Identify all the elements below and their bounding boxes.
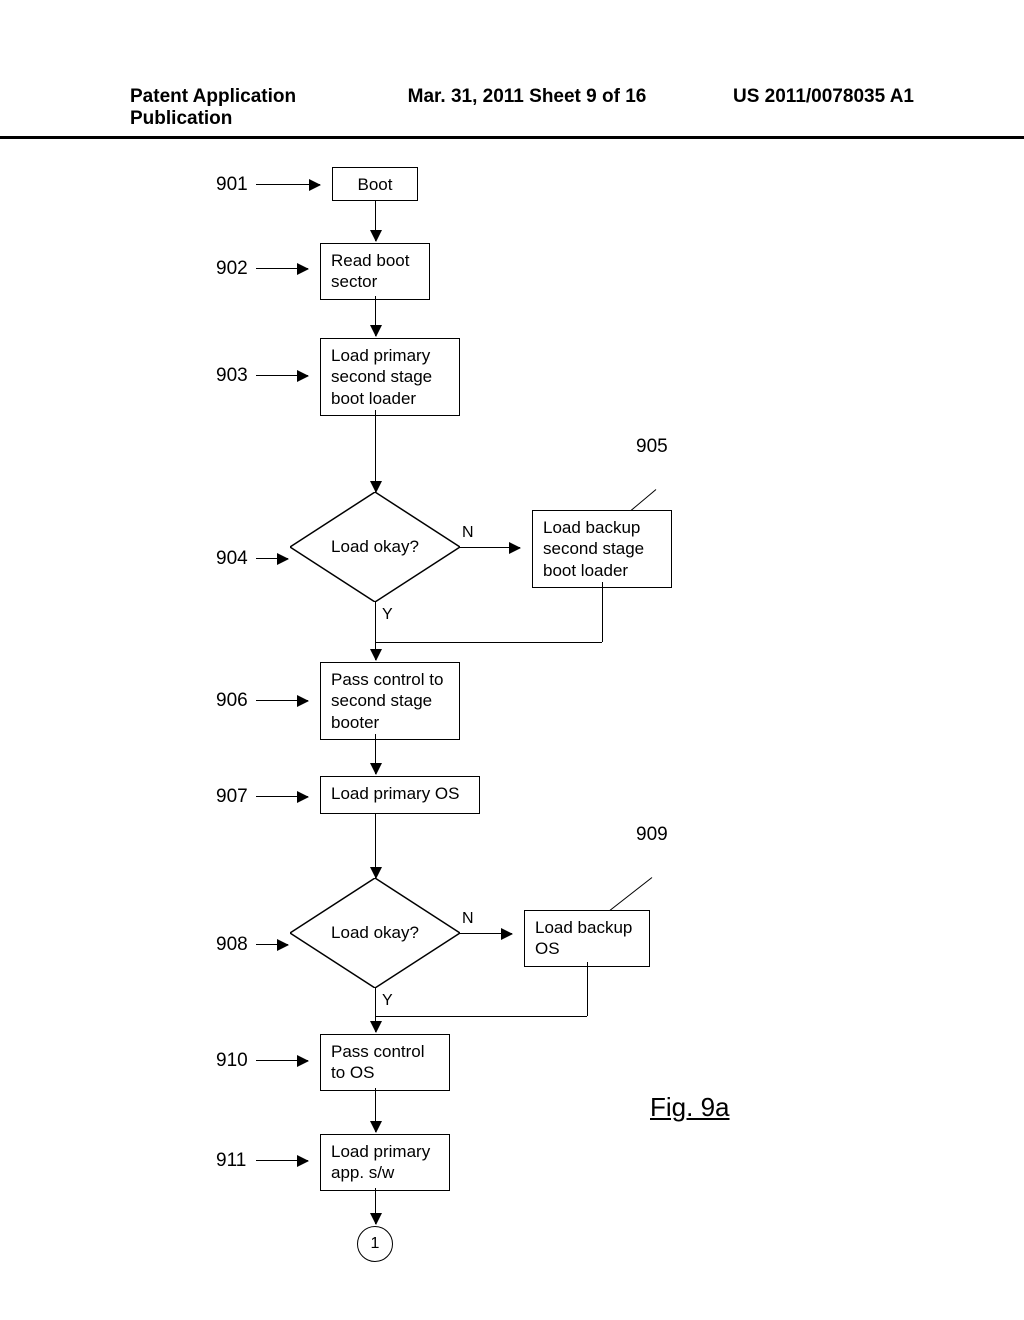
edge-905-merge-h <box>375 642 602 643</box>
ref-904: 904 <box>216 548 248 570</box>
edge-901-902 <box>375 201 376 241</box>
page: Patent Application Publication Mar. 31, … <box>0 0 1024 1320</box>
decision-load-okay-1: Load okay? <box>290 492 460 602</box>
ref-902: 902 <box>216 258 248 280</box>
offpage-connector-1: 1 <box>357 1226 393 1262</box>
node-boot: Boot <box>332 167 418 201</box>
edge-907-908 <box>375 814 376 878</box>
ref-910: 910 <box>216 1050 248 1072</box>
edge-910-911 <box>375 1088 376 1132</box>
ref-arrow-902 <box>256 268 308 269</box>
edge-904-906 <box>375 602 376 660</box>
figure-label: Fig. 9a <box>650 1092 730 1123</box>
ref-903: 903 <box>216 365 248 387</box>
edge-label-y-1: Y <box>382 606 393 624</box>
ref-arrow-910 <box>256 1060 308 1061</box>
edge-909-merge-h <box>375 1016 587 1017</box>
node-load-primary-ssbl: Load primarysecond stageboot loader <box>320 338 460 416</box>
node-load-backup-ssbl: Load backupsecond stageboot loader <box>532 510 672 588</box>
ref-908: 908 <box>216 934 248 956</box>
node-pass-control-ssb: Pass control tosecond stagebooter <box>320 662 460 740</box>
edge-label-y-2: Y <box>382 992 393 1010</box>
ref-911: 911 <box>216 1150 246 1172</box>
decision-label-1: Load okay? <box>290 492 460 602</box>
edge-label-n-1: N <box>462 524 474 542</box>
node-read-boot-sector: Read bootsector <box>320 243 430 300</box>
ref-905: 905 <box>636 436 668 458</box>
edge-label-n-2: N <box>462 910 474 928</box>
edge-902-903 <box>375 296 376 336</box>
edge-903-904 <box>375 410 376 492</box>
edge-911-c1 <box>375 1188 376 1224</box>
decision-load-okay-2: Load okay? <box>290 878 460 988</box>
ref-arrow-906 <box>256 700 308 701</box>
edge-904-905 <box>460 547 520 548</box>
ref-906: 906 <box>216 690 248 712</box>
edge-909-merge-v <box>587 962 588 1016</box>
ref-arrow-911 <box>256 1160 308 1161</box>
ref-arrow-901 <box>256 184 320 185</box>
ref-arrow-908 <box>256 944 288 945</box>
ref-arrow-903 <box>256 375 308 376</box>
ref-arrow-907 <box>256 796 308 797</box>
edge-905-merge-v <box>602 582 603 642</box>
diagram-canvas: 901 Boot 902 Read bootsector 903 Load pr… <box>0 0 1024 1320</box>
edge-908-910 <box>375 988 376 1032</box>
ref-901: 901 <box>216 174 248 196</box>
node-load-primary-os: Load primary OS <box>320 776 480 814</box>
decision-label-2: Load okay? <box>290 878 460 988</box>
node-load-backup-os: Load backupOS <box>524 910 650 967</box>
node-pass-control-os: Pass controlto OS <box>320 1034 450 1091</box>
edge-906-907 <box>375 734 376 774</box>
edge-908-909 <box>460 933 512 934</box>
ref-arrow-904 <box>256 558 288 559</box>
node-load-primary-app: Load primaryapp. s/w <box>320 1134 450 1191</box>
ref-909: 909 <box>636 824 668 846</box>
ref-907: 907 <box>216 786 248 808</box>
